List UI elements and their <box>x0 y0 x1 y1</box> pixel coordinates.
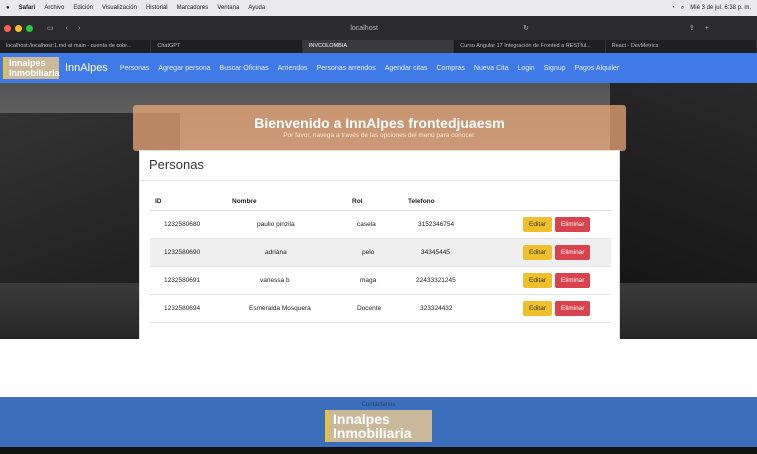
nav-buscar-oficinas[interactable]: Buscar Oficinas <box>220 65 269 72</box>
delete-button[interactable]: Eliminar <box>554 272 591 288</box>
maximize-icon[interactable] <box>26 24 33 32</box>
back-icon[interactable]: ‹ <box>66 25 68 32</box>
menu-edicion[interactable]: Edición <box>73 5 93 11</box>
header-telefono: Telefono <box>403 193 503 211</box>
cell-telefono: 3152346754 <box>403 210 503 239</box>
nav-compras[interactable]: Compras <box>437 65 465 72</box>
sidebar-icon[interactable]: ▭ <box>47 24 54 32</box>
reload-icon[interactable]: ↻ <box>523 24 529 32</box>
nav-login[interactable]: Login <box>518 65 535 72</box>
share-icon[interactable]: ⇪ <box>689 24 695 32</box>
site-navbar: Innalpes Inmobiliaria InnAlpes Personas … <box>0 53 757 83</box>
cell-rol: pelo <box>347 238 403 267</box>
tab-localhost[interactable]: localhost:/localhost:1.md at main - cuen… <box>0 40 152 53</box>
table-row: 1232580694 Esmeralda Mosquera Docente 32… <box>150 294 611 323</box>
nav-personas[interactable]: Personas <box>120 65 150 72</box>
cell-telefono: 323324432 <box>403 294 503 323</box>
forward-icon[interactable]: › <box>78 25 80 32</box>
cell-telefono: 34345445 <box>403 238 503 267</box>
browser-tabs: localhost:/localhost:1.md at main - cuen… <box>0 40 757 53</box>
edit-button[interactable]: Editar <box>523 244 552 260</box>
menu-ayuda[interactable]: Ayuda <box>248 5 265 11</box>
nav-arriendos[interactable]: Arriendos <box>278 65 308 72</box>
card-title: Personas <box>140 151 619 181</box>
delete-button[interactable]: Eliminar <box>554 300 591 316</box>
cell-rol: Docente <box>347 294 403 323</box>
tab-invcolombia[interactable]: INVCOLOMBIA <box>302 40 455 53</box>
search-icon[interactable]: ⌕ <box>681 5 684 12</box>
menu-safari[interactable]: Safari <box>19 5 36 11</box>
cell-telefono: 22433321245 <box>403 266 503 295</box>
menu-archivo[interactable]: Archivo <box>44 5 64 11</box>
cell-id: 1232580694 <box>150 294 227 323</box>
edit-button[interactable]: Editar <box>523 272 552 288</box>
apple-icon[interactable]: ● <box>6 5 10 11</box>
close-icon[interactable] <box>4 24 11 32</box>
nav-agendar-citas[interactable]: Agendar citas <box>385 65 428 72</box>
edit-button[interactable]: Editar <box>523 216 552 232</box>
cell-rol: maga <box>347 266 403 295</box>
cell-id: 1232580690 <box>150 238 227 267</box>
welcome-banner: Bienvenido a InnAlpes frontedjuaesm Por … <box>133 105 626 151</box>
header-nombre: Nombre <box>227 193 347 211</box>
nav-nueva-cita[interactable]: Nueva Cita <box>474 65 509 72</box>
cell-nombre: Esmeralda Mosquera <box>227 294 347 323</box>
table-row: 1232580680 paulio pinzila casela 3152346… <box>150 210 611 239</box>
cell-nombre: paulio pinzila <box>227 210 347 239</box>
nav-agregar-persona[interactable]: Agregar persona <box>158 65 210 72</box>
mac-menubar: ● Safari Archivo Edición Visualización H… <box>0 0 757 16</box>
menu-ventana[interactable]: Ventana <box>217 5 239 11</box>
footer-logo: Innalpes Inmobiliaria <box>325 410 432 442</box>
site-brand[interactable]: InnAlpes <box>65 62 108 74</box>
personas-card: Personas ID Nombre Rol Telefono 12325806… <box>139 150 620 340</box>
cell-actions: Editar Eliminar <box>503 294 611 323</box>
site-logo[interactable]: Innalpes Inmobiliaria <box>3 57 60 79</box>
cell-actions: Editar Eliminar <box>503 266 611 295</box>
minimize-icon[interactable] <box>15 24 22 32</box>
clock-text[interactable]: Mié 3 de jul. 6:38 p. m. <box>690 5 751 11</box>
delete-button[interactable]: Eliminar <box>554 244 591 260</box>
menu-visualizacion[interactable]: Visualización <box>102 5 137 11</box>
footer-text[interactable]: Contáctanos <box>0 402 757 408</box>
tab-curso-angular[interactable]: Curso Angular 17 Integración de Fronted … <box>454 40 606 53</box>
new-tab-icon[interactable]: + <box>705 25 709 32</box>
table-row: 1232580691 vanessa b maga 22433321245 Ed… <box>150 266 611 295</box>
wifi-icon[interactable]: ◔ <box>671 5 675 11</box>
menu-marcadores[interactable]: Marcadores <box>177 5 209 11</box>
nav-signup[interactable]: Signup <box>544 65 566 72</box>
cell-nombre: adriana <box>227 238 347 267</box>
cell-actions: Editar Eliminar <box>503 238 611 267</box>
welcome-title: Bienvenido a InnAlpes frontedjuaesm <box>254 115 505 131</box>
cell-actions: Editar Eliminar <box>503 210 611 239</box>
site-footer: Contáctanos Innalpes Inmobiliaria <box>0 397 757 447</box>
edit-button[interactable]: Editar <box>523 300 552 316</box>
header-actions <box>503 193 611 211</box>
cell-nombre: vanessa b <box>227 266 347 295</box>
header-rol: Rol <box>347 193 403 211</box>
delete-button[interactable]: Eliminar <box>554 216 591 232</box>
personas-table: ID Nombre Rol Telefono 1232580680 paulio… <box>150 193 611 323</box>
nav-pagos-alquiler[interactable]: Pagos Alquiler <box>575 65 620 72</box>
url-bar[interactable]: localhost <box>350 25 378 32</box>
dock-edge <box>0 447 757 454</box>
table-row: 1232580690 adriana pelo 34345445 Editar E… <box>150 238 611 267</box>
cell-id: 1232580680 <box>150 210 227 239</box>
header-id: ID <box>150 193 227 211</box>
welcome-subtitle: Por favor, navega a través de las opcion… <box>283 132 476 139</box>
cell-id: 1232580691 <box>150 266 227 295</box>
nav-personas-arrendos[interactable]: Personas arrendos <box>317 65 376 72</box>
tab-chatgpt[interactable]: ChatGPT <box>151 40 303 53</box>
cell-rol: casela <box>347 210 403 239</box>
tab-react[interactable]: React - DevMetrics <box>606 40 757 53</box>
page-spacer <box>0 339 757 397</box>
browser-toolbar: ▭ ‹ › localhost ↻ ⇪ + <box>0 16 757 40</box>
menu-historial[interactable]: Historial <box>146 5 168 11</box>
